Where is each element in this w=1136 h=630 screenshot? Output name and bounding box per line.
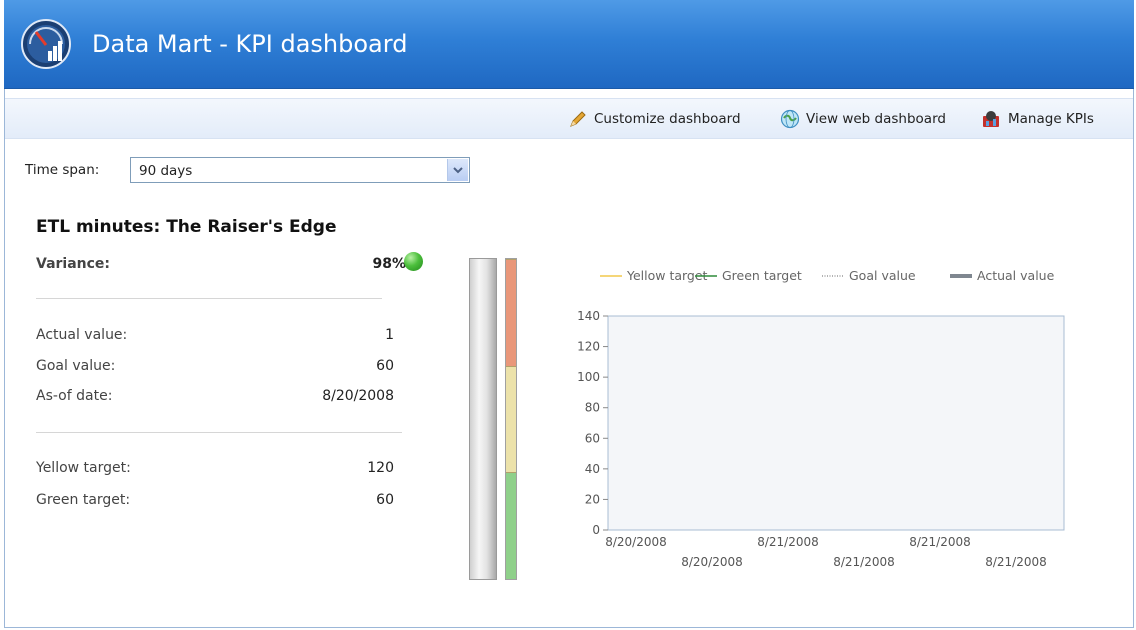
chevron-down-icon[interactable]: [447, 159, 468, 181]
x-tick-label: 8/21/2008: [909, 535, 971, 549]
gauge-band-green: [506, 472, 516, 579]
title-bar: Data Mart - KPI dashboard: [4, 0, 1134, 89]
time-span-value: 90 days: [139, 163, 193, 179]
yellow-target-label: Yellow target:: [36, 460, 131, 476]
view-web-dashboard-label: View web dashboard: [806, 111, 946, 127]
time-span-dropdown[interactable]: 90 days: [130, 157, 470, 183]
green-target-label: Green target:: [36, 492, 131, 508]
plot-area: [607, 315, 1065, 531]
manage-kpis-label: Manage KPIs: [1008, 111, 1094, 127]
y-tick-label: 120: [577, 340, 600, 354]
toolbar: Customize dashboard View web dashboard M…: [5, 98, 1133, 139]
app-title: Data Mart - KPI dashboard: [92, 30, 408, 58]
goal-value: 60: [376, 358, 394, 374]
kpi-gauge-bands: [505, 258, 517, 580]
y-tick-label: 80: [585, 401, 600, 415]
as-of-date-value: 8/20/2008: [322, 388, 394, 404]
time-span-label: Time span:: [25, 162, 100, 178]
variance-label: Variance:: [36, 256, 111, 272]
manage-kpis-button[interactable]: Manage KPIs: [980, 109, 1094, 129]
kpi-title: ETL minutes: The Raiser's Edge: [36, 217, 337, 237]
legend-label: Green target: [722, 268, 802, 283]
x-tick-label: 8/21/2008: [985, 555, 1047, 569]
globe-icon: [780, 109, 800, 129]
y-tick-label: 100: [577, 370, 600, 384]
legend-label: Actual value: [977, 268, 1055, 283]
kpi-gauge-tube: [469, 258, 497, 580]
gauge-band-yellow: [506, 365, 516, 474]
legend-label: Goal value: [849, 268, 916, 283]
view-web-dashboard-button[interactable]: View web dashboard: [780, 109, 946, 129]
green-target-value: 60: [376, 492, 394, 508]
goal-value-label: Goal value:: [36, 358, 116, 374]
y-tick-label: 0: [592, 523, 600, 537]
as-of-date-label: As-of date:: [36, 388, 113, 404]
variance-value: 98%: [372, 256, 406, 272]
gauge-chart-icon: [21, 19, 71, 69]
x-tick-label: 8/20/2008: [605, 535, 667, 549]
x-tick-label: 8/21/2008: [757, 535, 819, 549]
status-indicator-icon: [404, 252, 423, 271]
kpi-gear-icon: [983, 111, 999, 127]
x-tick-label: 8/20/2008: [681, 555, 743, 569]
customize-dashboard-button[interactable]: Customize dashboard: [568, 109, 741, 129]
y-tick-label: 20: [585, 492, 600, 506]
customize-dashboard-label: Customize dashboard: [594, 111, 741, 127]
divider: [36, 432, 402, 433]
yellow-target-value: 120: [367, 460, 394, 476]
y-tick-label: 140: [577, 309, 600, 323]
y-tick-label: 60: [585, 431, 600, 445]
divider: [36, 298, 382, 299]
kpi-trend-chart: Yellow target Green target Goal value Actua…: [577, 268, 1065, 569]
gauge-band-red: [506, 259, 516, 367]
actual-value: 1: [385, 327, 394, 343]
pencil-icon: [570, 111, 586, 127]
y-tick-label: 40: [585, 462, 600, 476]
actual-value-label: Actual value:: [36, 327, 128, 343]
x-tick-label: 8/21/2008: [833, 555, 895, 569]
